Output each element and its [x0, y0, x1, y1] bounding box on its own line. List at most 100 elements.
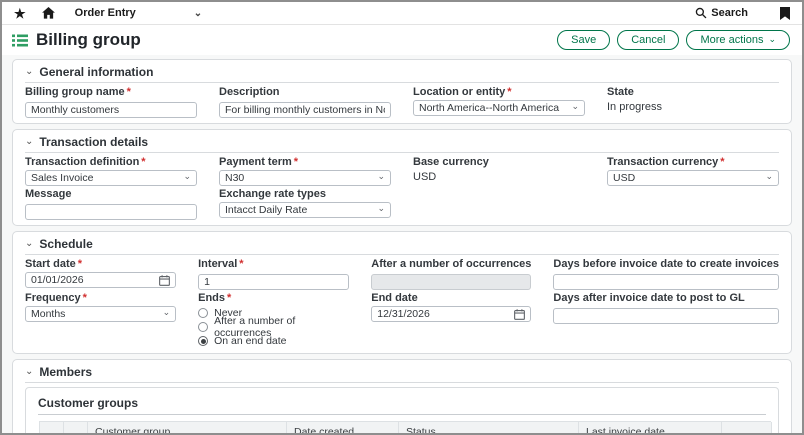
start-date-label: Start date* — [25, 259, 176, 270]
collapse-chevron-icon: ⌄ — [25, 237, 33, 250]
base-currency-value: USD — [413, 171, 585, 183]
message-field: Message — [25, 189, 197, 220]
column-status: Status — [399, 422, 579, 435]
transaction-definition-select[interactable]: Sales Invoice ⌄ — [25, 170, 197, 186]
location-label: Location or entity* — [413, 87, 585, 98]
section-title: Members — [39, 366, 92, 379]
more-actions-button[interactable]: More actions ⌄ — [686, 30, 790, 50]
transaction-currency-field: Transaction currency* USD ⌄ — [607, 157, 779, 186]
header-actions: Save Cancel More actions ⌄ — [557, 30, 792, 50]
section-title: General information — [39, 66, 153, 79]
collapse-chevron-icon: ⌄ — [25, 135, 33, 148]
base-currency-field: Base currency USD — [413, 157, 585, 186]
form-content: ⌄ General information Billing group name… — [2, 55, 802, 433]
radio-checked-icon — [198, 336, 208, 346]
required-marker: * — [127, 86, 131, 98]
message-input[interactable] — [25, 204, 197, 220]
required-marker: * — [83, 292, 87, 304]
exchange-rate-types-select[interactable]: Intacct Daily Rate ⌄ — [219, 202, 391, 218]
state-label: State — [607, 87, 779, 98]
section-schedule: ⌄ Schedule Start date* 01/01/2026 Interv… — [12, 231, 792, 354]
column-customer-group: Customer group — [88, 422, 287, 435]
billing-group-name-field: Billing group name* — [25, 87, 197, 118]
column-last-invoice-date: Last invoice date — [579, 422, 722, 435]
payment-term-field: Payment term* N30 ⌄ — [219, 157, 391, 186]
required-marker: * — [720, 156, 724, 168]
interval-input[interactable] — [198, 274, 349, 290]
section-transaction-details: ⌄ Transaction details Transaction defini… — [12, 129, 792, 226]
search-label: Search — [711, 7, 748, 19]
list-menu-icon[interactable] — [12, 34, 28, 47]
transaction-definition-label: Transaction definition* — [25, 157, 197, 168]
search-button[interactable]: Search — [695, 7, 748, 19]
app-menu[interactable]: Order Entry ⌄ — [75, 7, 203, 19]
exchange-rate-types-label: Exchange rate types — [219, 189, 391, 200]
required-marker: * — [78, 258, 82, 270]
customer-groups-table: Customer group Date created Status Last … — [39, 421, 771, 435]
end-date-input[interactable]: 12/31/2026 — [371, 306, 531, 322]
chevron-down-icon: ⌄ — [163, 307, 171, 318]
end-date-field: End date 12/31/2026 — [371, 293, 531, 348]
days-after-field: Days after invoice date to post to GL — [553, 293, 779, 348]
handle-column-header — [40, 422, 64, 435]
bookmark-icon[interactable] — [780, 7, 790, 20]
message-label: Message — [25, 189, 197, 200]
save-button[interactable]: Save — [557, 30, 610, 50]
days-before-input[interactable] — [553, 274, 779, 290]
payment-term-select[interactable]: N30 ⌄ — [219, 170, 391, 186]
favorite-star-icon[interactable]: ★ — [14, 7, 26, 20]
chevron-down-icon: ⌄ — [571, 101, 579, 112]
billing-group-name-input[interactable] — [25, 102, 197, 118]
chevron-down-icon: ⌄ — [183, 171, 191, 182]
transaction-details-header[interactable]: ⌄ Transaction details — [25, 133, 779, 153]
occurrences-input — [371, 274, 531, 290]
collapse-chevron-icon: ⌄ — [25, 65, 33, 78]
required-marker: * — [239, 258, 243, 270]
billing-group-name-label: Billing group name* — [25, 87, 197, 98]
chevron-down-icon: ⌄ — [194, 8, 202, 19]
topbar-right: Search — [695, 7, 790, 20]
app-menu-label: Order Entry — [75, 7, 136, 19]
start-date-field: Start date* 01/01/2026 — [25, 259, 176, 290]
column-date-created: Date created — [287, 422, 399, 435]
ends-option-after-occurrences[interactable]: After a number of occurrences — [198, 320, 349, 334]
page-title: Billing group — [36, 30, 141, 50]
exchange-rate-types-field: Exchange rate types Intacct Daily Rate ⌄ — [219, 189, 391, 220]
members-header[interactable]: ⌄ Members — [25, 363, 779, 383]
chevron-down-icon: ⌄ — [377, 203, 385, 214]
frequency-select[interactable]: Months ⌄ — [25, 306, 176, 322]
start-date-input[interactable]: 01/01/2026 — [25, 272, 176, 288]
radio-unchecked-icon — [198, 322, 208, 332]
description-label: Description — [219, 87, 391, 98]
general-information-header[interactable]: ⌄ General information — [25, 63, 779, 83]
location-select[interactable]: North America--North America ⌄ — [413, 100, 585, 116]
days-after-input[interactable] — [553, 308, 779, 324]
frequency-label: Frequency* — [25, 293, 176, 304]
schedule-header[interactable]: ⌄ Schedule — [25, 235, 779, 255]
days-before-label: Days before invoice date to create invoi… — [553, 259, 779, 270]
cancel-button[interactable]: Cancel — [617, 30, 679, 50]
page-header: Billing group Save Cancel More actions ⌄ — [2, 25, 802, 55]
ends-field: Ends* Never After a number of occurrence… — [198, 293, 349, 348]
days-before-field: Days before invoice date to create invoi… — [553, 259, 779, 290]
top-bar: ★ Order Entry ⌄ Search — [2, 2, 802, 25]
days-after-label: Days after invoice date to post to GL — [553, 293, 779, 304]
end-date-label: End date — [371, 293, 531, 304]
section-title: Schedule — [39, 238, 92, 251]
customer-groups-panel: Customer groups Customer group Date crea… — [25, 387, 779, 435]
interval-label: Interval* — [198, 259, 349, 270]
description-field: Description — [219, 87, 391, 118]
ends-radio-group: Never After a number of occurrences On a… — [198, 306, 349, 348]
state-field: State In progress — [607, 87, 779, 118]
chevron-down-icon: ⌄ — [765, 171, 773, 182]
interval-field: Interval* — [198, 259, 349, 290]
transaction-currency-select[interactable]: USD ⌄ — [607, 170, 779, 186]
ends-label: Ends* — [198, 293, 349, 304]
home-icon[interactable] — [42, 7, 55, 19]
transaction-definition-field: Transaction definition* Sales Invoice ⌄ — [25, 157, 197, 186]
payment-term-label: Payment term* — [219, 157, 391, 168]
chevron-down-icon: ⌄ — [768, 35, 776, 44]
actions-column-header — [722, 422, 772, 435]
description-input[interactable] — [219, 102, 391, 118]
transaction-currency-label: Transaction currency* — [607, 157, 779, 168]
